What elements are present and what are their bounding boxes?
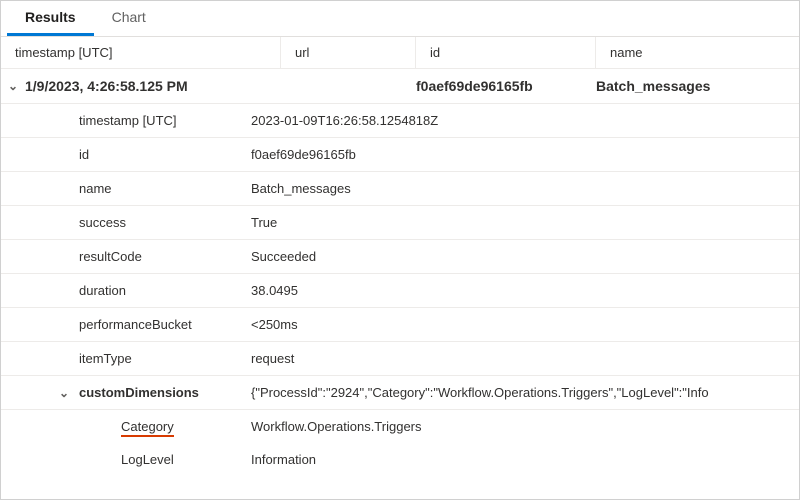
column-header-id[interactable]: id [416,37,596,68]
detail-value: f0aef69de96165fb [251,138,799,171]
chevron-down-icon: ⌄ [59,386,79,400]
detail-label: Category [121,410,251,443]
detail-value: 38.0495 [251,274,799,307]
detail-row-category: Category Workflow.Operations.Triggers [1,410,799,443]
summary-timestamp: 1/9/2023, 4:26:58.125 PM [25,69,281,103]
detail-row-resultcode: resultCode Succeeded [1,240,799,274]
detail-label: timestamp [UTC] [79,104,251,137]
detail-row-itemtype: itemType request [1,342,799,376]
column-header-url[interactable]: url [281,37,416,68]
column-headers: timestamp [UTC] url id name [1,37,799,69]
chevron-down-icon: ⌄ [1,79,25,93]
detail-label: itemType [79,342,251,375]
detail-label: name [79,172,251,205]
detail-label: duration [79,274,251,307]
detail-row-performancebucket: performanceBucket <250ms [1,308,799,342]
detail-value: request [251,342,799,375]
result-row-summary[interactable]: ⌄ 1/9/2023, 4:26:58.125 PM f0aef69de9616… [1,69,799,104]
detail-label: success [79,206,251,239]
detail-value: <250ms [251,308,799,341]
tab-chart[interactable]: Chart [94,1,164,36]
detail-row-customdimensions[interactable]: ⌄customDimensions {"ProcessId":"2924","C… [1,376,799,410]
detail-row-success: success True [1,206,799,240]
detail-label: resultCode [79,240,251,273]
column-header-timestamp[interactable]: timestamp [UTC] [1,37,281,68]
detail-label: performanceBucket [79,308,251,341]
detail-row-id: id f0aef69de96165fb [1,138,799,172]
detail-value: Information [251,443,799,476]
detail-value: Workflow.Operations.Triggers [251,410,799,443]
detail-value: Batch_messages [251,172,799,205]
detail-label: id [79,138,251,171]
detail-label: ⌄customDimensions [79,376,251,409]
detail-value: True [251,206,799,239]
column-header-name[interactable]: name [596,37,799,68]
detail-row-name: name Batch_messages [1,172,799,206]
summary-name: Batch_messages [596,69,799,103]
detail-row-loglevel: LogLevel Information [1,443,799,476]
summary-url [281,77,416,95]
detail-value: Succeeded [251,240,799,273]
tabs: Results Chart [1,1,799,37]
detail-value: 2023-01-09T16:26:58.1254818Z [251,104,799,137]
detail-row-duration: duration 38.0495 [1,274,799,308]
tab-results[interactable]: Results [7,1,94,36]
detail-label: LogLevel [121,443,251,476]
detail-value: {"ProcessId":"2924","Category":"Workflow… [251,376,799,409]
summary-id: f0aef69de96165fb [416,69,596,103]
detail-row-timestamp: timestamp [UTC] 2023-01-09T16:26:58.1254… [1,104,799,138]
